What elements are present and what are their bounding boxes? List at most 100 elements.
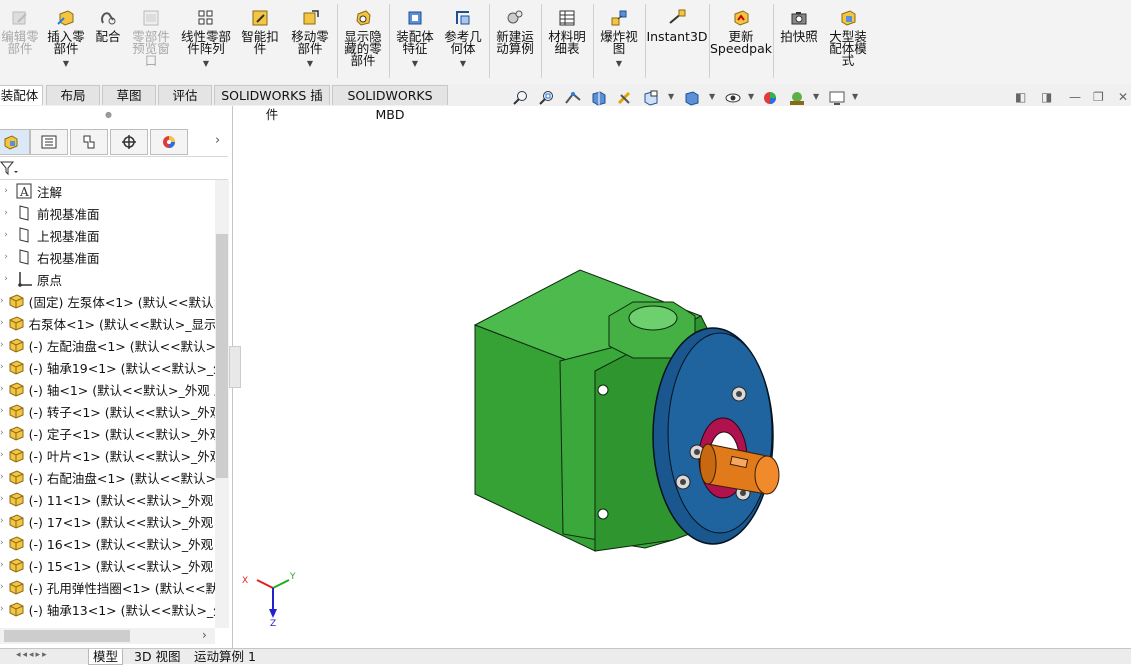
display-manager-tab[interactable] [150,129,188,155]
reference-geometry-button[interactable]: 参考几 何体 ▼ [440,2,486,80]
tree-item-label: (-) 17<1> (默认<<默认>_外观 显 [28,514,215,530]
chevron-down-icon[interactable]: ▼ [852,92,858,101]
svg-text:A: A [19,185,29,199]
tab-evaluate[interactable]: 评估 [158,85,212,105]
hide-show-items-icon[interactable] [724,90,742,106]
chevron-down-icon[interactable]: ▼ [709,92,715,101]
edit-appearance-icon[interactable] [762,90,780,106]
tab-scroll-arrows-icon[interactable]: ◂◂◂▸▸ [16,650,49,660]
chevron-right-icon[interactable]: › [202,628,207,642]
collapse-left-icon[interactable]: ◧ [1015,90,1026,104]
tree-item-component[interactable]: › (固定) 左泵体<1> (默认<<默认>_ [0,290,215,312]
tree-item-component[interactable]: › (-) 11<1> (默认<<默认>_外观 显 [0,488,215,510]
zoom-to-fit-icon[interactable] [512,90,530,106]
filter-bar[interactable] [0,156,228,180]
show-hidden-components-button[interactable]: 显示隐 藏的零 部件 [340,2,386,80]
tab-motion-study-1[interactable]: 运动算例 1 [190,649,260,664]
assembly-features-icon [408,11,422,25]
chevron-right-icon[interactable]: › [215,133,220,148]
apply-scene-icon[interactable] [788,90,806,106]
property-manager-tab[interactable] [30,129,68,155]
edit-component-button[interactable]: 编辑零 部件 [0,2,40,80]
expand-arrow-icon[interactable]: › [0,186,12,196]
pump-assembly-model[interactable] [473,269,780,552]
tree-item-label: (-) 叶片<1> (默认<<默认>_外观 [28,448,215,464]
tab-assembly[interactable]: 装配体 [0,85,43,105]
triad-x-label: X [242,576,248,586]
update-speedpak-button[interactable]: 更新 Speedpak [710,2,772,80]
chevron-down-icon[interactable]: ▼ [63,58,69,70]
mate-button[interactable]: 配合 [90,2,126,80]
configuration-manager-tab[interactable] [70,129,108,155]
tree-item-component[interactable]: › (-) 转子<1> (默认<<默认>_外观 [0,400,215,422]
collapse-right-icon[interactable]: ◨ [1041,90,1052,104]
tab-sketch[interactable]: 草图 [102,85,156,105]
expand-arrow-icon[interactable]: › [0,208,12,218]
tab-layout[interactable]: 布局 [46,85,100,105]
tree-item-right-plane[interactable]: › 右视基准面 [0,246,215,268]
feature-manager-tab[interactable] [0,129,30,155]
part-icon [4,534,29,552]
tab-solidworks-addins[interactable]: SOLIDWORKS 插件 [214,85,330,122]
table-icon [559,10,575,26]
expand-arrow-icon[interactable]: › [0,252,12,262]
tree-item-top-plane[interactable]: › 上视基准面 [0,224,215,246]
tree-vertical-scroll-thumb[interactable] [216,234,228,478]
chevron-down-icon[interactable]: ▼ [307,58,313,70]
display-style-icon[interactable] [683,90,701,106]
tree-item-component[interactable]: › (-) 孔用弹性挡圈<1> (默认<<默 [0,576,215,598]
chevron-down-icon[interactable]: ▼ [748,92,754,101]
tree-item-component[interactable]: › (-) 叶片<1> (默认<<默认>_外观 [0,444,215,466]
assembly-features-button[interactable]: 装配体 特征 ▼ [392,2,438,80]
tree-item-component[interactable]: › (-) 17<1> (默认<<默认>_外观 显 [0,510,215,532]
exploded-view-button[interactable]: 爆炸视 图 ▼ [596,2,642,80]
tree-item-component[interactable]: › (-) 15<1> (默认<<默认>_外观 显 [0,554,215,576]
tree-item-component[interactable]: › (-) 定子<1> (默认<<默认>_外观 [0,422,215,444]
chevron-down-icon[interactable]: ▼ [460,58,466,70]
chevron-down-icon[interactable]: ▼ [616,58,622,70]
tree-item-component[interactable]: › 右泵体<1> (默认<<默认>_显示状 [0,312,215,334]
tree-item-origin[interactable]: › 原点 [0,268,215,290]
chevron-down-icon[interactable]: ▼ [203,58,209,70]
linear-component-pattern-button[interactable]: 线性零部 件阵列 ▼ [176,2,236,80]
smart-fasteners-button[interactable]: 智能扣 件 [238,2,282,80]
splitter-handle-icon[interactable]: ● [105,110,112,119]
dimxpert-manager-tab[interactable] [110,129,148,155]
chevron-down-icon[interactable]: ▼ [668,92,674,101]
chevron-down-icon[interactable]: ▼ [412,58,418,70]
expand-arrow-icon[interactable]: › [0,230,12,240]
move-component-button[interactable]: 移动零 部件 ▼ [286,2,334,80]
chevron-down-icon[interactable]: ▼ [813,92,819,101]
tab-3d-view[interactable]: 3D 视图 [130,649,185,664]
zoom-to-area-icon[interactable] [538,90,556,106]
tree-item-component[interactable]: › (-) 左配油盘<1> (默认<<默认>_ [0,334,215,356]
close-icon[interactable]: ✕ [1118,90,1128,104]
tree-item-label: (-) 转子<1> (默认<<默认>_外观 [28,404,215,420]
large-assembly-mode-button[interactable]: 大型装 配体模 式 [824,2,872,80]
tree-item-component[interactable]: › (-) 16<1> (默认<<默认>_外观 显 [0,532,215,554]
tree-item-front-plane[interactable]: › 前视基准面 [0,202,215,224]
section-view-icon[interactable] [590,90,608,106]
bill-of-materials-button[interactable]: 材料明 细表 [544,2,590,80]
tree-item-annotations[interactable]: › A 注解 [0,180,215,202]
view-settings-icon[interactable] [828,90,846,106]
tree-item-component[interactable]: › (-) 轴承13<1> (默认<<默认>_外 [0,598,215,620]
tree-item-component[interactable]: › (-) 轴<1> (默认<<默认>_外观 显 [0,378,215,400]
insert-components-button[interactable]: 插入零 部件 ▼ [44,2,88,80]
tab-solidworks-mbd[interactable]: SOLIDWORKS MBD [332,85,448,122]
component-preview-window-button[interactable]: 零部件 预览窗 口 [128,2,174,80]
filter-icon[interactable] [0,160,20,176]
previous-view-icon[interactable] [564,90,582,106]
dynamic-annotation-views-icon[interactable] [616,90,634,106]
tree-item-component[interactable]: › (-) 右配油盘<1> (默认<<默认>_ [0,466,215,488]
expand-arrow-icon[interactable]: › [0,274,12,284]
take-snapshot-button[interactable]: 拍快照 [776,2,822,80]
new-motion-study-button[interactable]: 新建运 动算例 [492,2,538,80]
restore-icon[interactable]: ❐ [1093,90,1104,104]
instant3d-button[interactable]: Instant3D [646,2,708,80]
tree-horizontal-scroll-thumb[interactable] [4,630,130,642]
minimize-icon[interactable]: — [1069,90,1081,104]
graphics-area[interactable]: X Y Z [233,106,1131,648]
tree-item-component[interactable]: › (-) 轴承19<1> (默认<<默认>_外 [0,356,215,378]
view-orientation-icon[interactable] [642,90,660,106]
